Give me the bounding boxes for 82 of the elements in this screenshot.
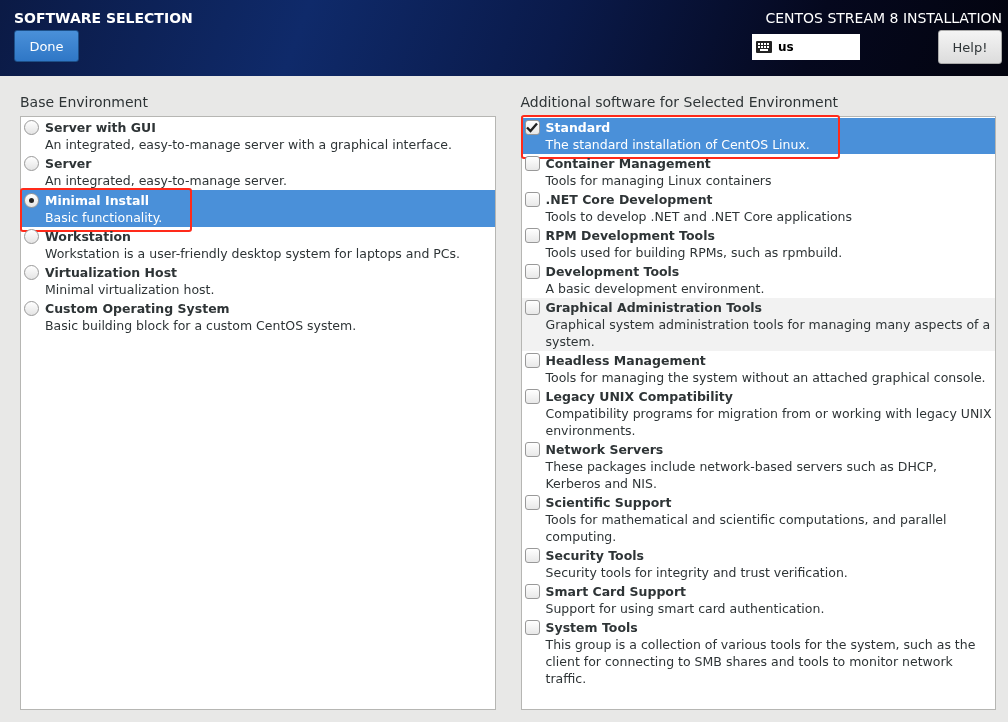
addon-option[interactable]: RPM Development Tools Tools used for building RPMs, such as rpmbuild. <box>521 226 995 262</box>
radio-button[interactable] <box>24 156 39 171</box>
option-description: The standard installation of CentOS Linux. <box>545 136 810 153</box>
addon-option[interactable]: Smart Card Support Support for using smart card authentication. <box>521 582 995 618</box>
addon-option[interactable]: Container Management Tools for managing Linux containers <box>521 154 995 190</box>
keyboard-layout-field[interactable]: us <box>752 34 860 60</box>
option-name: Scientific Support <box>545 494 673 511</box>
option-description: Tools for mathematical and scientific computations, and parallel computing. <box>545 511 948 545</box>
environment-option[interactable]: Custom Operating System Basic building block for a custom CentOS system. <box>21 299 495 335</box>
addon-option[interactable]: Legacy UNIX Compatibility Compatibility programs for migration from or working with legacy UNIX environments. <box>521 387 995 440</box>
checkbox[interactable] <box>524 300 540 315</box>
option-name: Development Tools <box>545 263 681 280</box>
option-name: Server <box>45 155 93 172</box>
checkbox[interactable] <box>524 192 540 207</box>
checkbox[interactable] <box>524 584 540 599</box>
option-name: Minimal Install <box>45 192 150 209</box>
addon-option[interactable]: Scientific Support Tools for mathematical and scientific computations, and parallel computing. <box>521 493 995 546</box>
radio-button[interactable] <box>24 229 39 244</box>
option-description: Tools for managing the system without an attached graphical console. <box>545 369 986 386</box>
checkbox[interactable] <box>524 264 540 279</box>
checkbox[interactable] <box>524 353 540 368</box>
radio-button[interactable] <box>24 120 39 135</box>
option-description: An integrated, easy-to-manage server with a graphical interface. <box>45 136 452 153</box>
product-title: CENTOS STREAM 8 INSTALLATION <box>765 10 1002 26</box>
environment-option[interactable]: Workstation Workstation is a user-friendly desktop system for laptops and PCs. <box>21 227 495 263</box>
checkbox[interactable] <box>524 120 540 135</box>
option-name: Container Management <box>545 155 712 172</box>
option-name: Workstation <box>45 228 132 245</box>
option-description: Basic building block for a custom CentOS system. <box>45 317 357 334</box>
radio-button[interactable] <box>24 193 39 208</box>
option-description: Tools used for building RPMs, such as rpmbuild. <box>545 244 843 261</box>
checkbox[interactable] <box>524 548 540 563</box>
option-name: RPM Development Tools <box>545 227 716 244</box>
addon-option[interactable]: .NET Core Development Tools to develop .NET and .NET Core applications <box>521 190 995 226</box>
option-description: An integrated, easy-to-manage server. <box>45 172 287 189</box>
option-name: Virtualization Host <box>45 264 179 281</box>
option-description: Tools to develop .NET and .NET Core applications <box>545 208 853 225</box>
option-name: System Tools <box>545 619 639 636</box>
page-title: SOFTWARE SELECTION <box>14 10 193 26</box>
environment-option[interactable]: Virtualization Host Minimal virtualization host. <box>21 263 495 299</box>
keyboard-icon <box>756 41 772 53</box>
option-description: A basic development environment. <box>545 280 765 297</box>
checkbox[interactable] <box>524 495 540 510</box>
option-name: Security Tools <box>545 547 645 564</box>
option-description: These packages include network-based servers such as DHCP, Kerberos and NIS. <box>545 458 939 492</box>
option-name: Smart Card Support <box>545 583 688 600</box>
help-button[interactable]: Help! <box>938 30 1002 64</box>
addon-option[interactable]: Network Servers These packages include network-based servers such as DHCP, Kerberos and NIS. <box>521 440 995 493</box>
option-description: Minimal virtualization host. <box>45 281 215 298</box>
option-description: Tools for managing Linux containers <box>545 172 772 189</box>
option-name: Standard <box>545 119 612 136</box>
radio-button[interactable] <box>24 265 39 280</box>
option-description: This group is a collection of various tools for the system, such as the client for connecting to SMB shares and tools to monitor network traffic. <box>545 636 977 687</box>
addon-option[interactable]: System Tools This group is a collection of various tools for the system, such as the client for connecting to SMB shares and tools to monitor network traffic. <box>521 618 995 688</box>
option-description: Support for using smart card authentication. <box>545 600 825 617</box>
option-description: Compatibility programs for migration from or working with legacy UNIX environments. <box>545 405 993 439</box>
option-name: Legacy UNIX Compatibility <box>545 388 734 405</box>
checkbox[interactable] <box>524 156 540 171</box>
checkbox[interactable] <box>524 442 540 457</box>
addon-option[interactable]: Security Tools Security tools for integrity and trust verification. <box>521 546 995 582</box>
option-description: Security tools for integrity and trust verification. <box>545 564 848 581</box>
option-name: Graphical Administration Tools <box>545 299 763 316</box>
radio-button[interactable] <box>24 301 39 316</box>
environment-option[interactable]: Server with GUI An integrated, easy-to-manage server with a graphical interface. <box>21 118 495 154</box>
option-description: Basic functionality. <box>45 209 163 226</box>
option-name: .NET Core Development <box>545 191 714 208</box>
option-name: Server with GUI <box>45 119 157 136</box>
checkbox[interactable] <box>524 228 540 243</box>
addon-option[interactable]: Headless Management Tools for managing the system without an attached graphical console. <box>521 351 995 387</box>
section-heading: Additional software for Selected Environment <box>520 94 840 110</box>
section-heading: Base Environment <box>20 94 149 110</box>
checkbox[interactable] <box>524 389 540 404</box>
addon-option[interactable]: Development Tools A basic development environment. <box>521 262 995 298</box>
environment-option[interactable]: Server An integrated, easy-to-manage server. <box>21 154 495 190</box>
addon-option[interactable]: Graphical Administration Tools Graphical system administration tools for managing many aspects of a system. <box>521 298 995 351</box>
option-name: Network Servers <box>545 441 665 458</box>
option-name: Headless Management <box>545 352 707 369</box>
option-description: Workstation is a user-friendly desktop system for laptops and PCs. <box>45 245 461 262</box>
option-description: Graphical system administration tools for managing many aspects of a system. <box>545 316 992 350</box>
option-name: Custom Operating System <box>45 300 231 317</box>
done-button[interactable]: Done <box>14 30 79 62</box>
checkbox[interactable] <box>524 620 540 635</box>
